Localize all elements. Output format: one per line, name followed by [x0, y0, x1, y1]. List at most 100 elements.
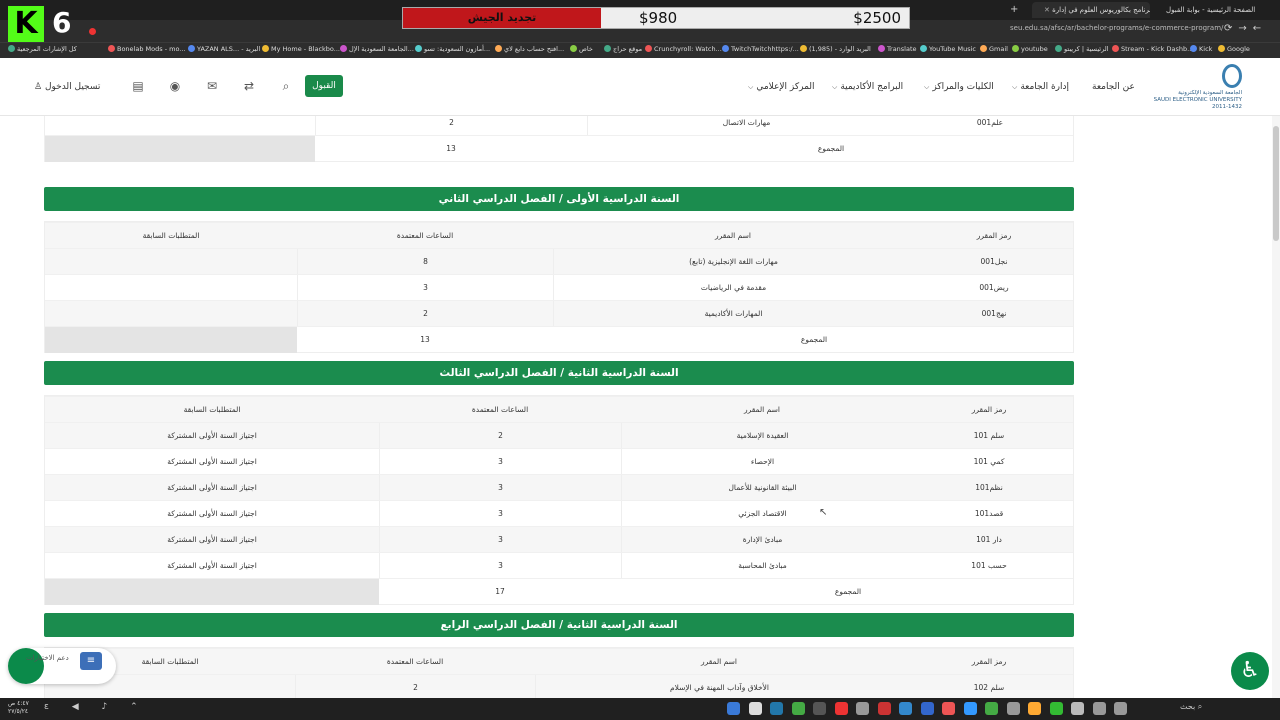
scrollbar-thumb[interactable] [1273, 126, 1279, 241]
total-label: المجموع [834, 587, 862, 596]
system-tray-icons[interactable]: ε ◀ ♪ ⌃ [44, 702, 148, 712]
course-hours: 3 [379, 527, 621, 553]
bookmark-item[interactable]: YouTube Music [920, 45, 976, 53]
clock-time: ٤:٤٧ ص [8, 700, 29, 707]
taskbar-app-icon[interactable] [963, 702, 977, 715]
nav-media[interactable]: ⌵ المركز الإعلامي [748, 82, 815, 92]
table-row: سلم 102 الأخلاق وآداب المهنة في الإسلام 2 [45, 674, 1073, 698]
bookmark-item[interactable]: Kick [1190, 45, 1212, 53]
course-name: الاقتصاد الجزئي [621, 501, 903, 527]
bookmark-favicon-icon [1190, 45, 1197, 52]
taskbar-app-icon[interactable] [856, 702, 869, 715]
nav-arrows-icon[interactable]: ⟳→← [1224, 23, 1267, 34]
exam-support-widget[interactable]: دعم الاختبارات ≡ [8, 648, 116, 684]
taskbar-app-icon[interactable] [1028, 702, 1041, 715]
search-icon[interactable]: ⌕ [278, 78, 294, 94]
lightbulb-icon[interactable]: ◉ [167, 78, 183, 94]
record-icon [89, 28, 96, 35]
bookmark-item[interactable]: Crunchyroll: Watch... [645, 45, 722, 53]
taskbar-app-icon[interactable] [748, 702, 762, 715]
bookmark-item[interactable]: الرئيسية | كريبتو [1055, 45, 1108, 53]
taskbar-app-icon[interactable] [1049, 702, 1063, 715]
bookmark-item[interactable]: أمازون السعودية: تسو... [415, 45, 490, 53]
apply-button[interactable]: القبول [305, 75, 343, 97]
course-hours: 3 [379, 501, 621, 527]
bookmark-favicon-icon [1218, 45, 1225, 52]
bookmark-item[interactable]: TwitchTwitchhttps:/... [722, 45, 799, 53]
taskbar-app-icon[interactable] [813, 702, 826, 715]
column-header: رمز المقرر [971, 657, 1007, 666]
overlay-label: تجديد الجيش [403, 8, 601, 28]
tab-close-icon[interactable]: ✕ [1044, 6, 1050, 14]
bookmarks-bar: كل الإشارات المرجعية Bonelab Mods - mo...… [0, 42, 1280, 58]
taskbar-app-icon[interactable] [920, 702, 934, 715]
taskbar-clock[interactable]: ٤:٤٧ ص ٢٧/٥/٢٤ [8, 700, 29, 716]
mail-icon[interactable]: ✉ [204, 78, 220, 94]
logo-text-ar: الجامعة السعودية الإلكترونية [1178, 90, 1242, 96]
taskbar-app-icon[interactable] [791, 702, 805, 715]
url-field[interactable]: seu.edu.sa/afsc/ar/bachelor-programs/e-c… [1010, 24, 1223, 32]
course-hours: 3 [379, 475, 621, 501]
course-code: نظم101 [975, 483, 1003, 492]
bookmark-item[interactable]: Translate [878, 45, 917, 53]
bookmark-item[interactable]: youtube [1012, 45, 1048, 53]
table-total-row: المجموع 17 [45, 578, 1073, 605]
bookmark-item[interactable]: افتح حساب دايع لاي... [495, 45, 564, 53]
nav-about-label: عن الجامعة [1092, 82, 1135, 92]
taskbar-app-icon[interactable] [985, 702, 998, 715]
accessibility-icon[interactable]: ♿ [1231, 652, 1269, 690]
taskbar-app-icon[interactable] [770, 702, 783, 715]
course-hours: 3 [297, 275, 553, 301]
taskbar-app-icon[interactable] [899, 702, 912, 715]
bookmark-label: البريد الوارد - (1,985) [809, 45, 871, 53]
bookmark-item[interactable]: Google [1218, 45, 1250, 53]
new-tab-icon[interactable]: + [1010, 2, 1018, 18]
university-logo[interactable]: الجامعة السعودية الإلكترونية SAUDI ELECT… [1154, 64, 1242, 110]
taskbar-app-icon[interactable] [1006, 702, 1020, 715]
section-title-banner: السنة الدراسية الأولى / الفصل الدراسي ال… [44, 187, 1074, 211]
browser-tab-active[interactable]: ✕ برنامج بكالوريوس العلوم في إدارة... [1032, 2, 1150, 18]
course-code: علم001 [976, 118, 1004, 127]
taskbar-app-icon[interactable] [1092, 702, 1106, 715]
total-label: المجموع [800, 335, 828, 344]
browser-tab[interactable]: الصفحة الرئيسية - بوابة القبول [1160, 2, 1272, 18]
taskbar-app-icon[interactable] [727, 702, 740, 715]
table-total-row: المجموع 13 [45, 135, 1073, 162]
bookmark-item[interactable]: كل الإشارات المرجعية [8, 45, 77, 53]
table-row: سلم 101 العقيدة الإسلامية 2 اجتياز السنة ال… [45, 422, 1073, 449]
course-name: مبادئ المحاسبة [621, 553, 903, 579]
bookmark-item[interactable]: Stream - Kick Dashb... [1112, 45, 1193, 53]
bookmark-item[interactable]: Bonelab Mods - mo... [108, 45, 186, 53]
taskbar-app-icon[interactable] [834, 702, 848, 715]
chat-icon[interactable]: ≡ [80, 652, 102, 670]
taskbar-app-icon[interactable] [1114, 702, 1127, 715]
page-scrollbar[interactable] [1272, 116, 1280, 698]
nav-media-label: المركز الإعلامي [756, 82, 815, 92]
nav-colleges[interactable]: ⌵ الكليات والمراكز [924, 82, 994, 92]
bookmark-favicon-icon [1112, 45, 1119, 52]
bookmark-item[interactable]: موقع حراج [604, 45, 642, 53]
chevron-down-icon: ⌵ [832, 83, 838, 91]
table-row: علم001 مهارات الاتصال 2 [45, 116, 1073, 136]
bookmark-item[interactable]: خاص [570, 45, 593, 53]
nav-administration[interactable]: ⌵ إدارة الجامعة [1012, 82, 1069, 92]
bookmark-item[interactable]: الجامعة السعودية الإل... [340, 45, 414, 53]
nav-programs[interactable]: ⌵ البرامج الأكاديمية [832, 82, 903, 92]
taskbar-app-icon[interactable] [1071, 702, 1084, 715]
bookmark-item[interactable]: YAZAN ALS... - البريد [188, 45, 260, 53]
taskbar-app-icon[interactable] [877, 702, 891, 715]
taskbar-app-icon[interactable] [942, 702, 955, 715]
curriculum-content: علم001 مهارات الاتصال 2 المجموع 13 السنة الدر… [0, 116, 1280, 698]
id-card-icon[interactable]: ▤ [130, 78, 146, 94]
bookmark-item[interactable]: البريد الوارد - (1,985) [800, 45, 871, 53]
login-link[interactable]: ♙ تسجيل الدخول [34, 82, 100, 92]
bookmark-item[interactable]: Gmail [980, 45, 1008, 53]
overlay-goal-bar: تجديد الجيش $980 $2500 [402, 7, 910, 29]
bookmark-label: Stream - Kick Dashb... [1121, 45, 1194, 53]
taskbar-search[interactable]: بحث ⌕ [1180, 702, 1202, 712]
translate-icon[interactable]: ⇄ [241, 78, 257, 94]
bookmark-item[interactable]: My Home - Blackbo... [262, 45, 340, 53]
bookmark-label: Gmail [989, 45, 1008, 53]
nav-about[interactable]: عن الجامعة [1092, 82, 1135, 92]
bookmark-label: Google [1227, 45, 1250, 53]
